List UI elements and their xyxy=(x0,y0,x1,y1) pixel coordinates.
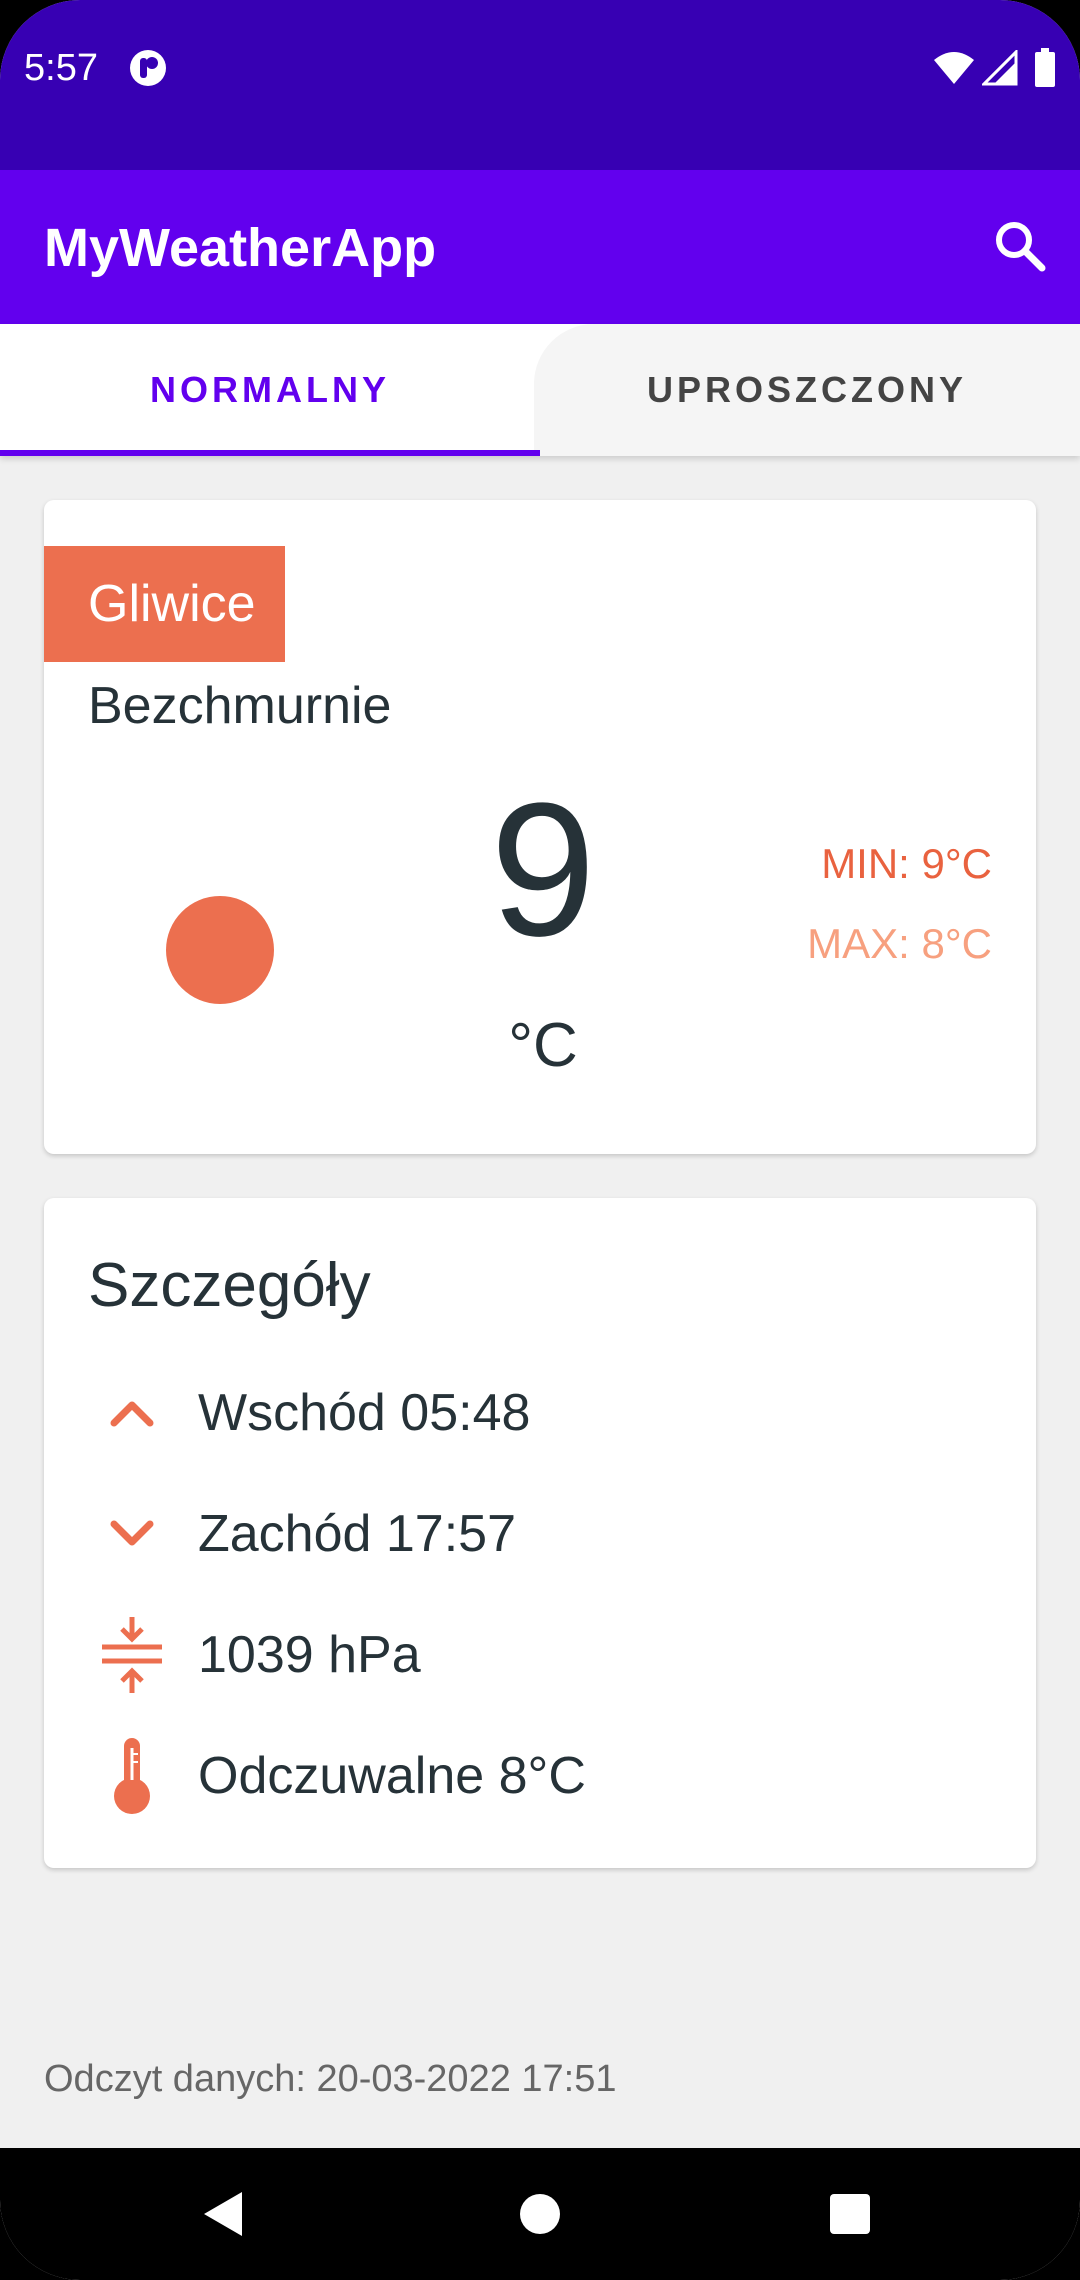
detail-text: Odczuwalne 8°C xyxy=(198,1747,586,1805)
tab-bar: NORMALNY UPROSZCZONY xyxy=(0,324,1080,456)
temperature-unit: °C xyxy=(508,1011,578,1080)
thermometer-icon xyxy=(88,1736,176,1816)
detail-text: Zachód 17:57 xyxy=(198,1505,517,1563)
details-card: Szczegóły Wschód 05:48 Zachód 17:57 1039… xyxy=(44,1198,1036,1868)
max-temperature: MAX: 8°C xyxy=(807,920,992,967)
status-bar: 5:57 xyxy=(0,0,1080,170)
app-notification-icon xyxy=(130,50,166,86)
detail-pressure: 1039 hPa xyxy=(88,1615,421,1695)
status-time: 5:57 xyxy=(24,47,98,89)
detail-text: Wschód 05:48 xyxy=(198,1384,531,1442)
phone-screen: 5:57 MyWeatherApp NORMALNY UPROSZCZONY G… xyxy=(0,0,1080,2280)
recent-apps-icon[interactable] xyxy=(830,2194,870,2234)
signal-icon xyxy=(982,50,1018,86)
navigation-bar xyxy=(0,2148,1080,2280)
details-title: Szczegóły xyxy=(88,1251,371,1320)
search-icon[interactable] xyxy=(984,210,1056,282)
chevron-down-icon xyxy=(88,1494,176,1574)
min-temperature: MIN: 9°C xyxy=(821,840,992,887)
sun-icon xyxy=(166,896,274,1004)
detail-sunset: Zachód 17:57 xyxy=(88,1494,516,1574)
tab-indicator xyxy=(0,450,540,456)
weather-condition: Bezchmurnie xyxy=(88,677,392,735)
weather-card: Gliwice Bezchmurnie 9 °C MIN: 9°C MAX: 8… xyxy=(44,500,1036,1154)
temperature-value: 9 xyxy=(490,764,596,976)
pressure-icon xyxy=(88,1615,176,1695)
detail-text: 1039 hPa xyxy=(198,1626,421,1684)
home-icon[interactable] xyxy=(520,2194,560,2234)
tab-normalny[interactable]: NORMALNY xyxy=(0,324,540,456)
city-label: Gliwice xyxy=(44,546,285,662)
battery-icon xyxy=(1035,48,1055,87)
status-icons xyxy=(932,48,1062,88)
detail-sunrise: Wschód 05:48 xyxy=(88,1373,530,1453)
data-reading-timestamp: Odczyt danych: 20-03-2022 17:51 xyxy=(44,2058,617,2100)
tab-uproszczony[interactable]: UPROSZCZONY xyxy=(534,324,1080,456)
app-title: MyWeatherApp xyxy=(44,218,437,278)
app-bar: MyWeatherApp xyxy=(0,170,1080,324)
wifi-icon xyxy=(934,52,974,84)
detail-feels-like: Odczuwalne 8°C xyxy=(88,1736,586,1816)
chevron-up-icon xyxy=(88,1373,176,1453)
back-icon[interactable] xyxy=(196,2186,252,2242)
